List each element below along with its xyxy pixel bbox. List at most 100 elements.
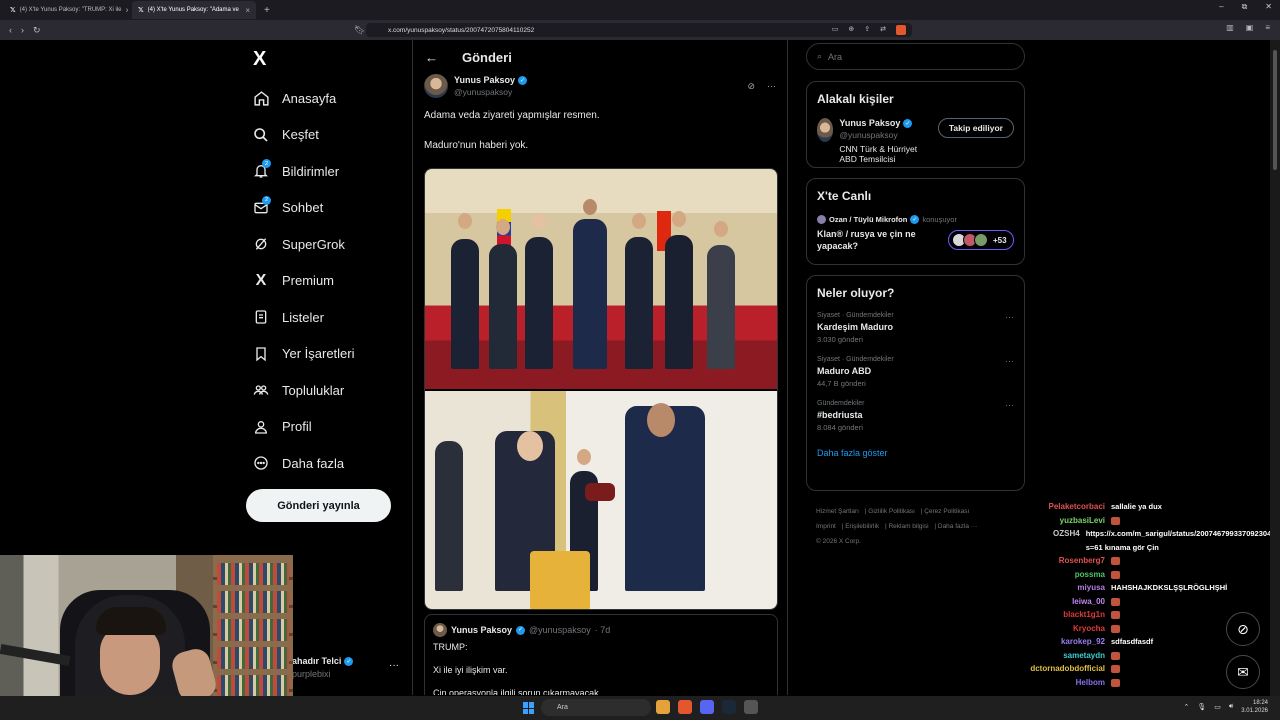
chevron-up-icon[interactable]: ⌃ [1183,703,1189,711]
account-more-icon[interactable]: ··· [389,660,399,671]
listeners-pill[interactable]: +53 [948,230,1014,250]
trend-item[interactable]: Siyaset · Gündemdekiler Maduro ABD 44,7 … [817,356,1014,388]
chat-username[interactable]: sametaydn [1010,649,1105,663]
post-photo-group[interactable] [425,169,777,389]
author-name[interactable]: Yunus Paksoy [454,75,515,85]
x-premium-icon: X [255,271,267,289]
new-tab-icon[interactable]: + [264,5,270,16]
sidebar-item-chat[interactable]: 2 Sohbet [252,190,355,227]
more-options-icon[interactable]: ··· [767,81,776,92]
chat-username[interactable]: miyusa [1010,581,1105,595]
scroll-thumb[interactable] [1273,50,1277,170]
search-input[interactable]: ⌕ Ara [806,43,1025,70]
live-host[interactable]: Ozan / Tüylü Mikrofon [829,215,907,224]
close-icon[interactable]: × [126,6,128,15]
translate-icon[interactable]: ⇄ [880,25,886,35]
minimize-icon[interactable]: – [1219,2,1223,12]
taskbar-search[interactable]: Ara [541,699,651,716]
live-space[interactable]: Klan® / rusya ve çin ne yapacak? +53 [817,228,1014,252]
brave-shield-icon[interactable] [896,25,906,35]
chat-username[interactable]: dctornadobdofficial [1010,662,1105,676]
chat-username[interactable]: Helbom [1010,676,1105,690]
back-arrow-icon[interactable]: ← [425,50,438,65]
sidebar-item-notifications[interactable]: 2 Bildirimler [252,153,355,190]
chat-username[interactable]: karokep_92 [1010,635,1105,649]
brave-browser-icon[interactable] [678,700,692,714]
sidebar-item-communities[interactable]: Topluluklar [252,372,355,409]
restore-icon[interactable]: ⧉ [1242,2,1248,12]
network-icon[interactable]: ▭ [1214,703,1221,711]
messages-fab-icon[interactable]: ✉ [1226,655,1260,689]
x-logo[interactable]: X [253,48,266,71]
related-name[interactable]: Yunus Paksoy [839,118,900,128]
bookmark-page-icon[interactable]: 🔖︎ [354,25,365,36]
author-handle[interactable]: @yunuspaksoy [454,87,527,97]
clock[interactable]: 18:24 3.01.2026 [1241,699,1268,715]
sidebar-item-profile[interactable]: Profil [252,409,355,446]
footer-link[interactable]: Hizmet Şartları [816,508,859,515]
mic-icon[interactable]: 🎙︎ [1197,703,1206,711]
menu-icon[interactable]: ≡ [1265,23,1270,32]
trend-item[interactable]: Gündemdekiler #bedriusta 8.084 gönderi ·… [817,400,1014,432]
wallet-icon[interactable]: ▣ [1246,23,1254,32]
sidebar-item-explore[interactable]: Keşfet [252,117,355,154]
reader-icon[interactable]: ▭ [832,25,839,35]
following-button[interactable]: Takip ediliyor [937,118,1014,138]
chat-username[interactable]: possma [1010,568,1105,582]
sidebar-toggle-icon[interactable]: ▥ [1226,23,1234,32]
chat-emote-icon [1111,651,1120,660]
footer-link[interactable]: Gizlilik Politikası [868,508,915,515]
trend-item[interactable]: Siyaset · Gündemdekiler Kardeşim Maduro … [817,312,1014,344]
back-icon[interactable]: ‹ [9,25,12,35]
chat-username[interactable]: OZSH4 [1010,527,1080,554]
post-button[interactable]: Gönderi yayınla [246,489,391,522]
avatar[interactable] [817,118,834,142]
obs-icon[interactable] [744,700,758,714]
more-options-icon[interactable]: ··· [1005,400,1014,410]
footer-link[interactable]: Erişilebilirlik [845,523,879,530]
file-explorer-icon[interactable] [656,700,670,714]
address-bar[interactable]: x.com/yunuspaksoy/status/200747207580411… [366,23,912,37]
post-photo-gift[interactable] [425,391,777,609]
volume-icon[interactable]: 🔊︎ [1229,703,1233,711]
browser-tab-2[interactable]: 𝕏 (4) X'te Yunus Paksoy: "Adama ve × [132,1,256,19]
close-window-icon[interactable]: ✕ [1265,2,1272,12]
account-switcher[interactable]: ahadır Telci ✓ purplebixi [292,656,354,679]
grok-fab-icon[interactable]: ⊘ [1226,612,1260,646]
sidebar-item-bookmarks[interactable]: Yer İşaretleri [252,336,355,373]
more-options-icon[interactable]: ··· [1005,312,1014,322]
steam-icon[interactable] [722,700,736,714]
sidebar-item-supergrok[interactable]: SuperGrok [252,226,355,263]
chat-emote-icon [1111,557,1120,566]
more-options-icon[interactable]: ··· [1005,356,1014,366]
footer-link[interactable]: Imprint [816,523,836,530]
windows-start-icon[interactable] [523,702,535,714]
discord-icon[interactable] [700,700,714,714]
sidebar-item-home[interactable]: Anasayfa [252,80,355,117]
scrollbar[interactable] [1270,40,1280,696]
zoom-icon[interactable]: ⊕ [848,25,854,35]
browser-tab-bar: 𝕏 (4) X'te Yunus Paksoy: "TRUMP: Xi ile … [0,0,1280,20]
chat-username[interactable]: Pelaketcorbaci [1010,500,1105,514]
chat-username[interactable]: Kryocha [1010,622,1105,636]
sidebar-item-premium[interactable]: X Premium [252,263,355,300]
chat-username[interactable]: Rosenberg7 [1010,554,1105,568]
show-more-link[interactable]: Daha fazla göster [817,448,1014,458]
chat-username[interactable]: leiwa_00 [1010,595,1105,609]
grok-icon[interactable]: ⊘ [747,81,755,92]
avatar[interactable] [424,74,448,98]
sidebar-item-more[interactable]: Daha fazla [252,445,355,482]
browser-tab-1[interactable]: 𝕏 (4) X'te Yunus Paksoy: "TRUMP: Xi ile … [4,1,128,19]
share-icon[interactable]: ⇪ [864,25,870,35]
footer-link[interactable]: Reklam bilgisi [888,523,928,530]
chat-username[interactable]: blackt1g1n [1010,608,1105,622]
forward-icon[interactable]: › [21,25,24,35]
reload-icon[interactable]: ↻ [33,25,41,36]
chat-username[interactable]: yuzbasiLevi [1010,514,1105,528]
quoted-post[interactable]: Yunus Paksoy ✓ @yunuspaksoy · 7d TRUMP: … [424,614,778,695]
footer-link[interactable]: Çerez Politikası [924,508,969,515]
post-media[interactable] [424,168,778,610]
footer-link[interactable]: Daha fazla ··· [938,523,977,530]
sidebar-item-lists[interactable]: Listeler [252,299,355,336]
close-icon[interactable]: × [245,6,250,15]
